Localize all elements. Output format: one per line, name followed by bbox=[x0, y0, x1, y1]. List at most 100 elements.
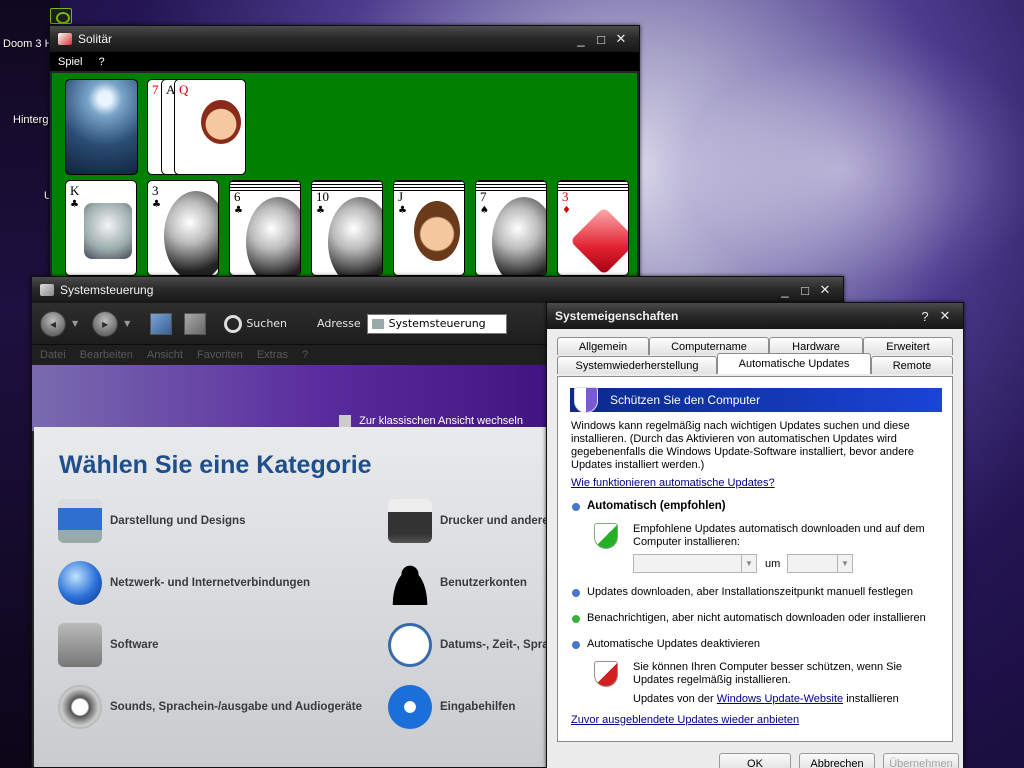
nvidia-tray-icon[interactable] bbox=[50, 8, 72, 24]
address-bar[interactable]: Systemsteuerung bbox=[366, 313, 507, 334]
card-rank: K bbox=[70, 183, 80, 198]
category-software[interactable]: Software bbox=[58, 623, 159, 667]
intro-text: Windows kann regelmäßig nach wichtigen U… bbox=[571, 420, 915, 471]
monitor-icon bbox=[58, 499, 102, 543]
user-icon bbox=[388, 561, 432, 605]
radio-automatic[interactable] bbox=[572, 503, 580, 511]
how-updates-work-link[interactable]: Wie funktionieren automatische Updates? bbox=[571, 477, 775, 490]
switch-to-classic-view-link[interactable]: Zur klassischen Ansicht wechseln bbox=[339, 415, 523, 427]
close-button[interactable]: ✕ bbox=[611, 30, 631, 48]
search-button-label[interactable]: Suchen bbox=[246, 317, 287, 330]
view-icon[interactable] bbox=[184, 312, 207, 335]
category-network[interactable]: Netzwerk- und Internetverbindungen bbox=[58, 561, 310, 605]
back-button[interactable]: ◂ bbox=[40, 310, 66, 337]
red-shield-icon bbox=[594, 661, 618, 687]
accessibility-icon bbox=[388, 685, 432, 729]
time-select[interactable]: ▼ bbox=[787, 554, 853, 573]
tableau-column-2[interactable]: 3 ♣ bbox=[147, 180, 219, 276]
forward-button[interactable]: ▸ bbox=[92, 310, 119, 337]
reoffer-hidden-updates-link[interactable]: Zuvor ausgeblendete Updates wieder anbie… bbox=[571, 714, 799, 727]
option-disable-label[interactable]: Automatische Updates deaktivieren bbox=[587, 638, 760, 651]
menu-spiel[interactable]: Spiel bbox=[50, 56, 90, 68]
warning-text: Sie können Ihren Computer besser schütze… bbox=[633, 661, 903, 686]
option-automatic-label[interactable]: Automatisch (empfohlen) bbox=[587, 500, 726, 513]
card-suit: ♣ bbox=[234, 205, 243, 216]
category-user-accounts[interactable]: Benutzerkonten bbox=[388, 561, 527, 605]
menu-favoriten[interactable]: Favoriten bbox=[197, 349, 243, 361]
option-download-label[interactable]: Updates downloaden, aber Installationsze… bbox=[587, 586, 913, 599]
category-label: Eingabehilfen bbox=[440, 701, 516, 713]
software-icon bbox=[58, 623, 102, 667]
protect-header: Schützen Sie den Computer bbox=[570, 387, 942, 413]
forward-dropdown-icon[interactable]: ▼ bbox=[124, 319, 130, 328]
control-panel-app-icon bbox=[40, 284, 54, 296]
header-text: Schützen Sie den Computer bbox=[610, 393, 761, 407]
stock-pile[interactable] bbox=[65, 79, 138, 175]
system-properties-dialog: Systemeigenschaften ? ✕ Allgemein Comput… bbox=[546, 302, 964, 768]
wallpaper-figure bbox=[640, 20, 1024, 320]
radio-download-only[interactable] bbox=[572, 589, 580, 597]
close-button[interactable]: ✕ bbox=[815, 281, 835, 299]
windows-update-website-link[interactable]: Windows Update-Website bbox=[717, 693, 843, 705]
category-printers[interactable]: Drucker und andere bbox=[388, 499, 549, 543]
tab-automatische-updates[interactable]: Automatische Updates bbox=[717, 353, 871, 374]
waste-card-top[interactable]: Q bbox=[174, 79, 246, 175]
maximize-button[interactable]: □ bbox=[795, 281, 815, 299]
address-value: Systemsteuerung bbox=[388, 317, 486, 330]
menu-help[interactable]: ? bbox=[90, 56, 112, 68]
category-appearance[interactable]: Darstellung und Designs bbox=[58, 499, 245, 543]
folder-up-icon[interactable] bbox=[150, 312, 173, 335]
menu-ansicht[interactable]: Ansicht bbox=[147, 349, 183, 361]
minimize-button[interactable]: _ bbox=[775, 281, 795, 299]
apply-button[interactable]: Übernehmen bbox=[883, 753, 959, 768]
minimize-button[interactable]: _ bbox=[571, 30, 591, 48]
card-suit: ♣ bbox=[316, 205, 325, 216]
option-notify-label[interactable]: Benachrichtigen, aber nicht automatisch … bbox=[587, 612, 926, 625]
tableau-column-6[interactable]: 7 ♠ bbox=[475, 180, 547, 276]
tab-remote[interactable]: Remote bbox=[871, 356, 953, 374]
solitaire-table: 7 A Q K ♣ 3 ♣ 6 ♣ 10 ♣ J ♣ 7 ♠ 3 ♦ bbox=[52, 73, 637, 284]
system-properties-titlebar[interactable]: Systemeigenschaften ? ✕ bbox=[547, 303, 963, 329]
tab-allgemein[interactable]: Allgemein bbox=[557, 337, 649, 355]
category-accessibility[interactable]: Eingabehilfen bbox=[388, 685, 515, 729]
card-rank: 10 bbox=[316, 189, 329, 204]
clock-icon bbox=[388, 623, 432, 667]
card-rank: 7 bbox=[480, 189, 487, 204]
control-panel-titlebar[interactable]: Systemsteuerung _ □ ✕ bbox=[32, 277, 843, 303]
category-label: Netzwerk- und Internetverbindungen bbox=[110, 577, 310, 589]
day-select[interactable]: ▼ bbox=[633, 554, 757, 573]
tableau-column-5[interactable]: J ♣ bbox=[393, 180, 465, 276]
back-dropdown-icon[interactable]: ▼ bbox=[72, 319, 78, 328]
hidden-cards bbox=[558, 181, 628, 193]
tab-systemwiederherstellung[interactable]: Systemwiederherstellung bbox=[557, 356, 717, 374]
card-rank: 3 bbox=[152, 183, 159, 198]
tableau-column-4[interactable]: 10 ♣ bbox=[311, 180, 383, 276]
category-sounds[interactable]: Sounds, Sprachein-/ausgabe und Audiogerä… bbox=[58, 685, 362, 729]
solitaire-titlebar[interactable]: Solitär _ □ ✕ bbox=[50, 26, 639, 52]
desktop-icon-doom3[interactable]: Doom 3 H bbox=[3, 38, 49, 50]
maximize-button[interactable]: □ bbox=[591, 30, 611, 48]
tab-erweitert[interactable]: Erweitert bbox=[863, 337, 953, 355]
radio-disable[interactable] bbox=[572, 641, 580, 649]
menu-help[interactable]: ? bbox=[302, 349, 308, 361]
tableau-column-7[interactable]: 3 ♦ bbox=[557, 180, 629, 276]
card-suit: ♣ bbox=[70, 199, 79, 210]
menu-datei[interactable]: Datei bbox=[40, 349, 66, 361]
update-suffix: installieren bbox=[846, 693, 899, 705]
card-suit: ♣ bbox=[152, 199, 161, 210]
search-icon[interactable] bbox=[224, 314, 243, 333]
help-button[interactable]: ? bbox=[915, 307, 935, 325]
close-button[interactable]: ✕ bbox=[935, 307, 955, 325]
cancel-button[interactable]: Abbrechen bbox=[799, 753, 875, 768]
category-date-time[interactable]: Datums-, Zeit-, Spra bbox=[388, 623, 549, 667]
switch-view-label: Zur klassischen Ansicht wechseln bbox=[359, 415, 523, 427]
radio-notify[interactable] bbox=[572, 615, 580, 623]
tableau-column-3[interactable]: 6 ♣ bbox=[229, 180, 301, 276]
desktop-icon-hintergrund[interactable]: Hinterg bbox=[13, 114, 49, 126]
update-prefix: Updates von der bbox=[633, 693, 714, 705]
menu-bearbeiten[interactable]: Bearbeiten bbox=[80, 349, 133, 361]
speakers-icon bbox=[58, 685, 102, 729]
tableau-column-1[interactable]: K ♣ bbox=[65, 180, 137, 276]
menu-extras[interactable]: Extras bbox=[257, 349, 288, 361]
ok-button[interactable]: OK bbox=[719, 753, 791, 768]
